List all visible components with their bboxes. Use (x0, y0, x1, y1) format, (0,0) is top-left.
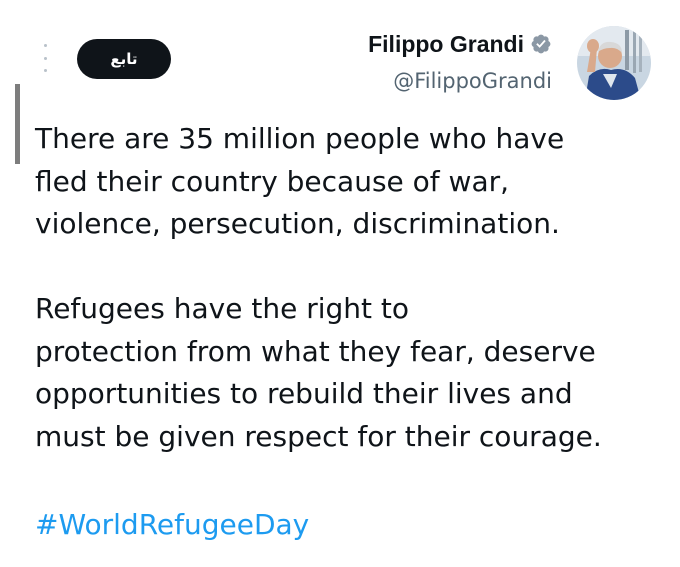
tweet-paragraph-1: There are 35 million people who have fle… (35, 122, 565, 240)
author-info: Filippo Grandi @FilippoGrandi (368, 30, 552, 94)
verified-badge-icon (531, 34, 551, 54)
follow-button[interactable]: تابع (77, 39, 171, 79)
user-handle[interactable]: @FilippoGrandi (368, 68, 552, 94)
avatar[interactable] (577, 26, 651, 100)
display-name[interactable]: Filippo Grandi (368, 30, 524, 58)
edge-indicator (15, 84, 20, 164)
hashtag-link[interactable]: #WorldRefugeeDay (35, 505, 309, 545)
tweet-paragraph-2: Refugees have the right to protection fr… (35, 292, 602, 453)
avatar-image (577, 26, 651, 100)
more-options-icon[interactable] (40, 44, 50, 72)
tweet-text: There are 35 million people who have fle… (35, 118, 655, 458)
